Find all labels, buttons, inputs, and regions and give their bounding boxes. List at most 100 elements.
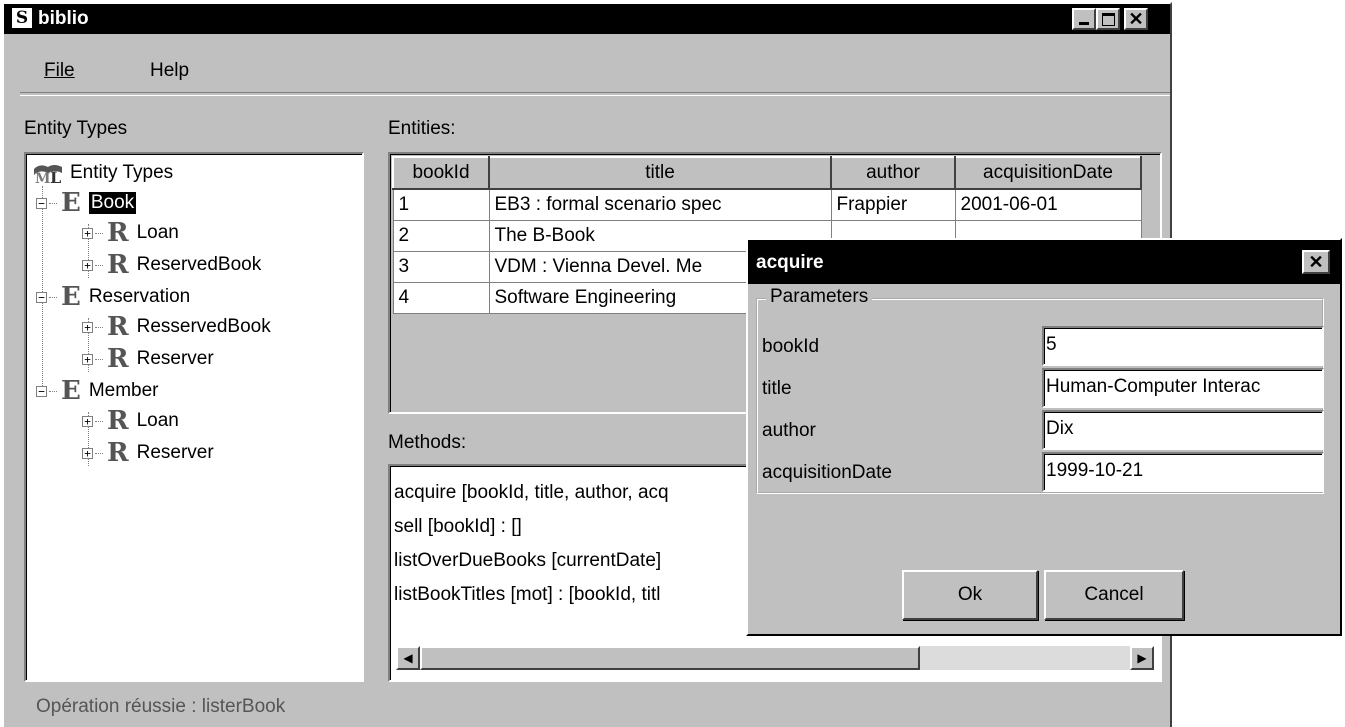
table-cell[interactable]: 3 xyxy=(392,251,490,283)
param-label-acquisitiondate: acquisitionDate xyxy=(762,462,892,483)
tree-node-reserver[interactable]: + R Reserver xyxy=(82,344,214,374)
tree-node-label: Loan xyxy=(136,222,179,243)
relationship-icon: R xyxy=(107,438,129,468)
horizontal-scrollbar[interactable]: ◀ ▶ xyxy=(396,646,1154,670)
table-cell[interactable]: Frappier xyxy=(830,188,956,221)
expand-icon[interactable]: + xyxy=(82,353,93,365)
parameters-label: Parameters xyxy=(766,286,873,308)
scroll-right-button[interactable]: ▶ xyxy=(1130,646,1154,670)
table-row[interactable]: 1 EB3 : formal scenario spec Frappier 20… xyxy=(392,188,1142,221)
tree-node-reservedbook[interactable]: + R ReservedBook xyxy=(82,250,261,280)
menu-file[interactable]: File xyxy=(44,60,75,82)
list-item[interactable]: sell [bookId] : [] xyxy=(390,512,522,542)
title-field[interactable]: Human-Computer Interac xyxy=(1042,368,1324,408)
dialog-title: acquire xyxy=(756,252,824,273)
expand-icon[interactable]: + xyxy=(82,321,93,333)
tree-node-label: ReservedBook xyxy=(136,254,262,275)
relationship-icon: R xyxy=(107,218,129,248)
tree-root-label: Entity Types xyxy=(70,162,174,183)
minimize-icon xyxy=(1079,21,1089,25)
dialog-close-button[interactable]: ✕ xyxy=(1302,250,1330,274)
entity-types-label: Entity Types xyxy=(24,118,128,139)
close-icon: ✕ xyxy=(1128,8,1144,29)
list-item[interactable]: listBookTitles [mot] : [bookId, titl xyxy=(390,580,660,610)
author-field[interactable]: Dix xyxy=(1042,410,1324,450)
collapse-icon[interactable]: − xyxy=(36,197,47,209)
column-header[interactable]: acquisitionDate xyxy=(954,156,1142,190)
list-item[interactable]: acquire [bookId, title, author, acq xyxy=(390,478,669,508)
tree-node-label: Reserver xyxy=(136,348,214,369)
tree-node-label: Reserver xyxy=(136,442,214,463)
entity-icon: E xyxy=(61,188,81,218)
svg-text:L: L xyxy=(50,168,61,185)
param-label-bookid: bookId xyxy=(762,336,820,357)
tree-node-loan[interactable]: + R Loan xyxy=(82,218,179,248)
expand-icon[interactable]: + xyxy=(82,447,93,459)
tree-node-label: Book xyxy=(88,192,137,214)
tree-node-reserver[interactable]: + R Reserver xyxy=(82,438,214,468)
maximize-icon xyxy=(1101,12,1115,26)
table-cell[interactable]: 2 xyxy=(392,220,490,252)
scroll-left-button[interactable]: ◀ xyxy=(396,646,420,670)
app-icon: S xyxy=(12,8,32,28)
database-icon: ML xyxy=(32,161,64,187)
table-cell[interactable]: 2001-06-01 xyxy=(954,188,1142,221)
entities-label: Entities: xyxy=(388,118,456,139)
param-label-title: title xyxy=(762,378,792,399)
close-button[interactable]: ✕ xyxy=(1124,8,1148,30)
column-header[interactable]: title xyxy=(488,156,832,190)
relationship-icon: R xyxy=(107,312,129,342)
title-bar[interactable]: S biblio ✕ xyxy=(4,4,1170,34)
cancel-button[interactable]: Cancel xyxy=(1044,570,1184,620)
table-cell[interactable]: EB3 : formal scenario spec xyxy=(488,188,832,221)
relationship-icon: R xyxy=(107,250,129,280)
column-header[interactable]: author xyxy=(830,156,956,190)
collapse-icon[interactable]: − xyxy=(36,291,47,303)
tree-node-loan[interactable]: + R Loan xyxy=(82,406,179,436)
tree-node-label: Reservation xyxy=(88,286,191,307)
tree-node-book[interactable]: − E Book xyxy=(36,188,137,218)
menu-file-label: File xyxy=(44,60,75,81)
window-title: biblio xyxy=(38,8,89,29)
ok-button-label: Ok xyxy=(957,584,983,605)
tree-node-reservedbook[interactable]: + R ResservedBook xyxy=(82,312,271,342)
menu-divider xyxy=(20,92,1170,96)
tree-node-member[interactable]: − E Member xyxy=(36,376,159,406)
tree-node-label: ResservedBook xyxy=(136,316,271,337)
tree-node-label: Member xyxy=(88,380,159,401)
arrow-right-icon: ▶ xyxy=(1137,651,1147,665)
bookid-field[interactable]: 5 xyxy=(1042,326,1324,366)
expand-icon[interactable]: + xyxy=(82,415,93,427)
entity-icon: E xyxy=(61,282,81,312)
param-label-author: author xyxy=(762,420,816,441)
tree-node-label: Loan xyxy=(136,410,179,431)
relationship-icon: R xyxy=(107,406,129,436)
column-header[interactable]: bookId xyxy=(392,156,490,190)
dialog-title-bar[interactable]: acquire ✕ xyxy=(748,240,1340,284)
menu-help[interactable]: Help xyxy=(150,60,189,82)
svg-text:M: M xyxy=(35,171,51,185)
methods-label: Methods: xyxy=(388,432,467,453)
collapse-icon[interactable]: − xyxy=(36,385,47,397)
expand-icon[interactable]: + xyxy=(82,227,93,239)
table-cell[interactable]: 4 xyxy=(392,282,490,314)
ok-button[interactable]: Ok xyxy=(902,570,1038,620)
arrow-left-icon: ◀ xyxy=(403,651,413,665)
expand-icon[interactable]: + xyxy=(82,259,93,271)
maximize-button[interactable] xyxy=(1096,8,1120,30)
menu-help-label: Help xyxy=(150,60,190,81)
table-header: bookId title author acquisitionDate xyxy=(392,156,1142,190)
tree-node-reservation[interactable]: − E Reservation xyxy=(36,282,190,312)
entity-tree[interactable]: ML Entity Types − E Book + R Loan + R Re… xyxy=(24,152,364,682)
minimize-button[interactable] xyxy=(1072,8,1096,30)
relationship-icon: R xyxy=(107,344,129,374)
scroll-thumb[interactable] xyxy=(420,646,920,670)
close-icon: ✕ xyxy=(1308,251,1324,272)
status-text: Opération réussie : listerBook xyxy=(36,696,286,717)
list-item[interactable]: listOverDueBooks [currentDate] xyxy=(390,546,661,576)
cancel-button-label: Cancel xyxy=(1084,584,1144,605)
tree-root[interactable]: ML Entity Types xyxy=(32,158,173,188)
acquire-dialog: acquire ✕ Parameters bookId 5 title Huma… xyxy=(746,238,1342,636)
acquisitiondate-field[interactable]: 1999-10-21 xyxy=(1042,452,1324,492)
table-cell[interactable]: 1 xyxy=(392,188,490,221)
